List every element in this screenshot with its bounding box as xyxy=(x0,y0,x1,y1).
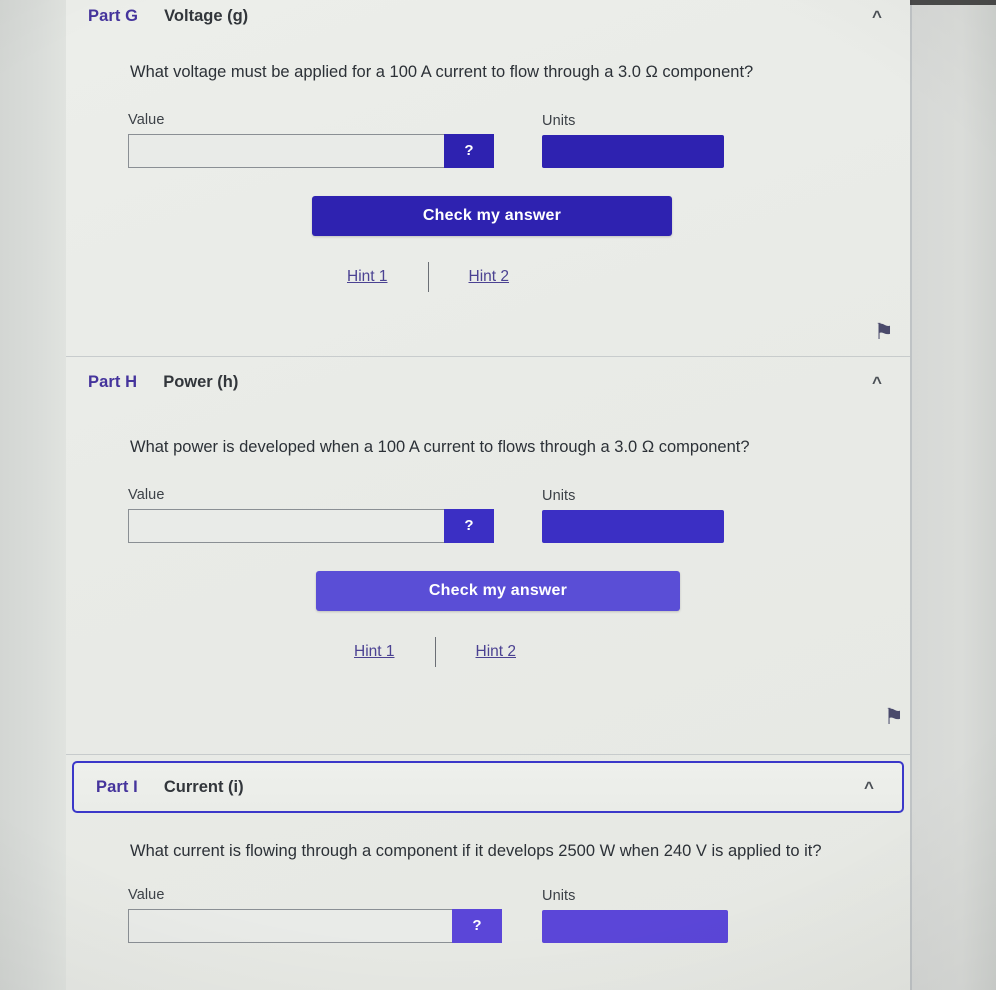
panel-right-edge xyxy=(910,0,912,990)
value-label-i: Value xyxy=(128,886,165,903)
page-right-gutter xyxy=(910,0,996,990)
value-field-block-g: Value ? xyxy=(128,112,494,168)
units-label-i: Units xyxy=(542,887,576,904)
assignment-panel: Part G Voltage (g) ^ What voltage must b… xyxy=(66,0,910,990)
value-help-button-i[interactable]: ? xyxy=(452,908,502,943)
part-title-h: Power (h) xyxy=(163,372,239,391)
value-input-h[interactable] xyxy=(128,508,444,543)
check-my-answer-button-h[interactable]: Check my answer xyxy=(316,570,680,611)
hints-row-h: Hint 1 Hint 2 xyxy=(66,636,910,667)
hint-divider-g xyxy=(427,261,429,292)
chevron-up-icon-h[interactable]: ^ xyxy=(866,371,888,393)
value-input-group-i: ? xyxy=(128,908,502,943)
check-row-g: Check my answer xyxy=(66,195,910,236)
value-help-button-h[interactable]: ? xyxy=(444,508,494,543)
question-prompt-h: What power is developed when a 100 A cur… xyxy=(130,438,750,456)
part-header-h[interactable]: Part H Power (h) ^ xyxy=(66,357,910,407)
part-header-i[interactable]: Part I Current (i) ^ xyxy=(72,761,904,813)
value-label-g: Value xyxy=(128,111,165,128)
value-input-i[interactable] xyxy=(128,908,452,943)
value-label-h: Value xyxy=(128,486,165,503)
units-input-i[interactable] xyxy=(542,909,728,943)
value-help-button-g[interactable]: ? xyxy=(444,133,494,168)
hints-row-g: Hint 1 Hint 2 xyxy=(66,261,910,292)
units-label-h: Units xyxy=(542,487,576,504)
part-header-g[interactable]: Part G Voltage (g) ^ xyxy=(66,0,910,32)
part-id-g: Part G xyxy=(88,6,139,25)
value-input-group-g: ? xyxy=(128,133,494,168)
value-field-block-h: Value ? xyxy=(128,487,494,543)
part-section-i: Part I Current (i) ^ What current is flo… xyxy=(66,754,910,990)
units-input-g[interactable] xyxy=(542,134,724,168)
part-section-g: Part G Voltage (g) ^ What voltage must b… xyxy=(66,0,910,356)
hint-1-link-g[interactable]: Hint 1 xyxy=(347,268,388,286)
check-my-answer-button-g[interactable]: Check my answer xyxy=(312,195,672,236)
value-input-g[interactable] xyxy=(128,133,444,168)
units-field-block-i: Units xyxy=(542,888,728,943)
hint-1-link-h[interactable]: Hint 1 xyxy=(354,643,395,661)
value-input-group-h: ? xyxy=(128,508,494,543)
part-id-i: Part I xyxy=(96,777,138,796)
flag-icon-h[interactable]: ⚑ xyxy=(884,707,904,729)
part-title-g: Voltage (g) xyxy=(164,6,249,25)
question-prompt-i: What current is flowing through a compon… xyxy=(130,842,822,860)
part-title-i: Current (i) xyxy=(163,777,244,796)
chevron-up-icon-g[interactable]: ^ xyxy=(866,5,888,27)
units-label-g: Units xyxy=(542,112,576,129)
hint-2-link-g[interactable]: Hint 2 xyxy=(469,268,510,286)
part-section-h: Part H Power (h) ^ What power is develop… xyxy=(66,356,910,754)
hint-2-link-h[interactable]: Hint 2 xyxy=(476,643,517,661)
units-input-h[interactable] xyxy=(542,509,724,543)
check-row-h: Check my answer xyxy=(66,570,910,611)
value-field-block-i: Value ? xyxy=(128,887,502,943)
answer-fields-i: Value ? Units xyxy=(66,887,910,943)
page-left-gutter xyxy=(0,0,66,990)
units-field-block-h: Units xyxy=(542,488,724,543)
photographed-screen: Part G Voltage (g) ^ What voltage must b… xyxy=(0,0,996,990)
hint-divider-h xyxy=(434,636,436,667)
answer-fields-g: Value ? Units xyxy=(66,112,910,168)
chevron-up-icon-i[interactable]: ^ xyxy=(858,776,880,798)
units-field-block-g: Units xyxy=(542,113,724,168)
part-id-h: Part H xyxy=(88,372,138,391)
flag-icon-g[interactable]: ⚑ xyxy=(874,322,894,344)
answer-fields-h: Value ? Units xyxy=(66,487,910,543)
question-prompt-g: What voltage must be applied for a 100 A… xyxy=(130,63,754,81)
